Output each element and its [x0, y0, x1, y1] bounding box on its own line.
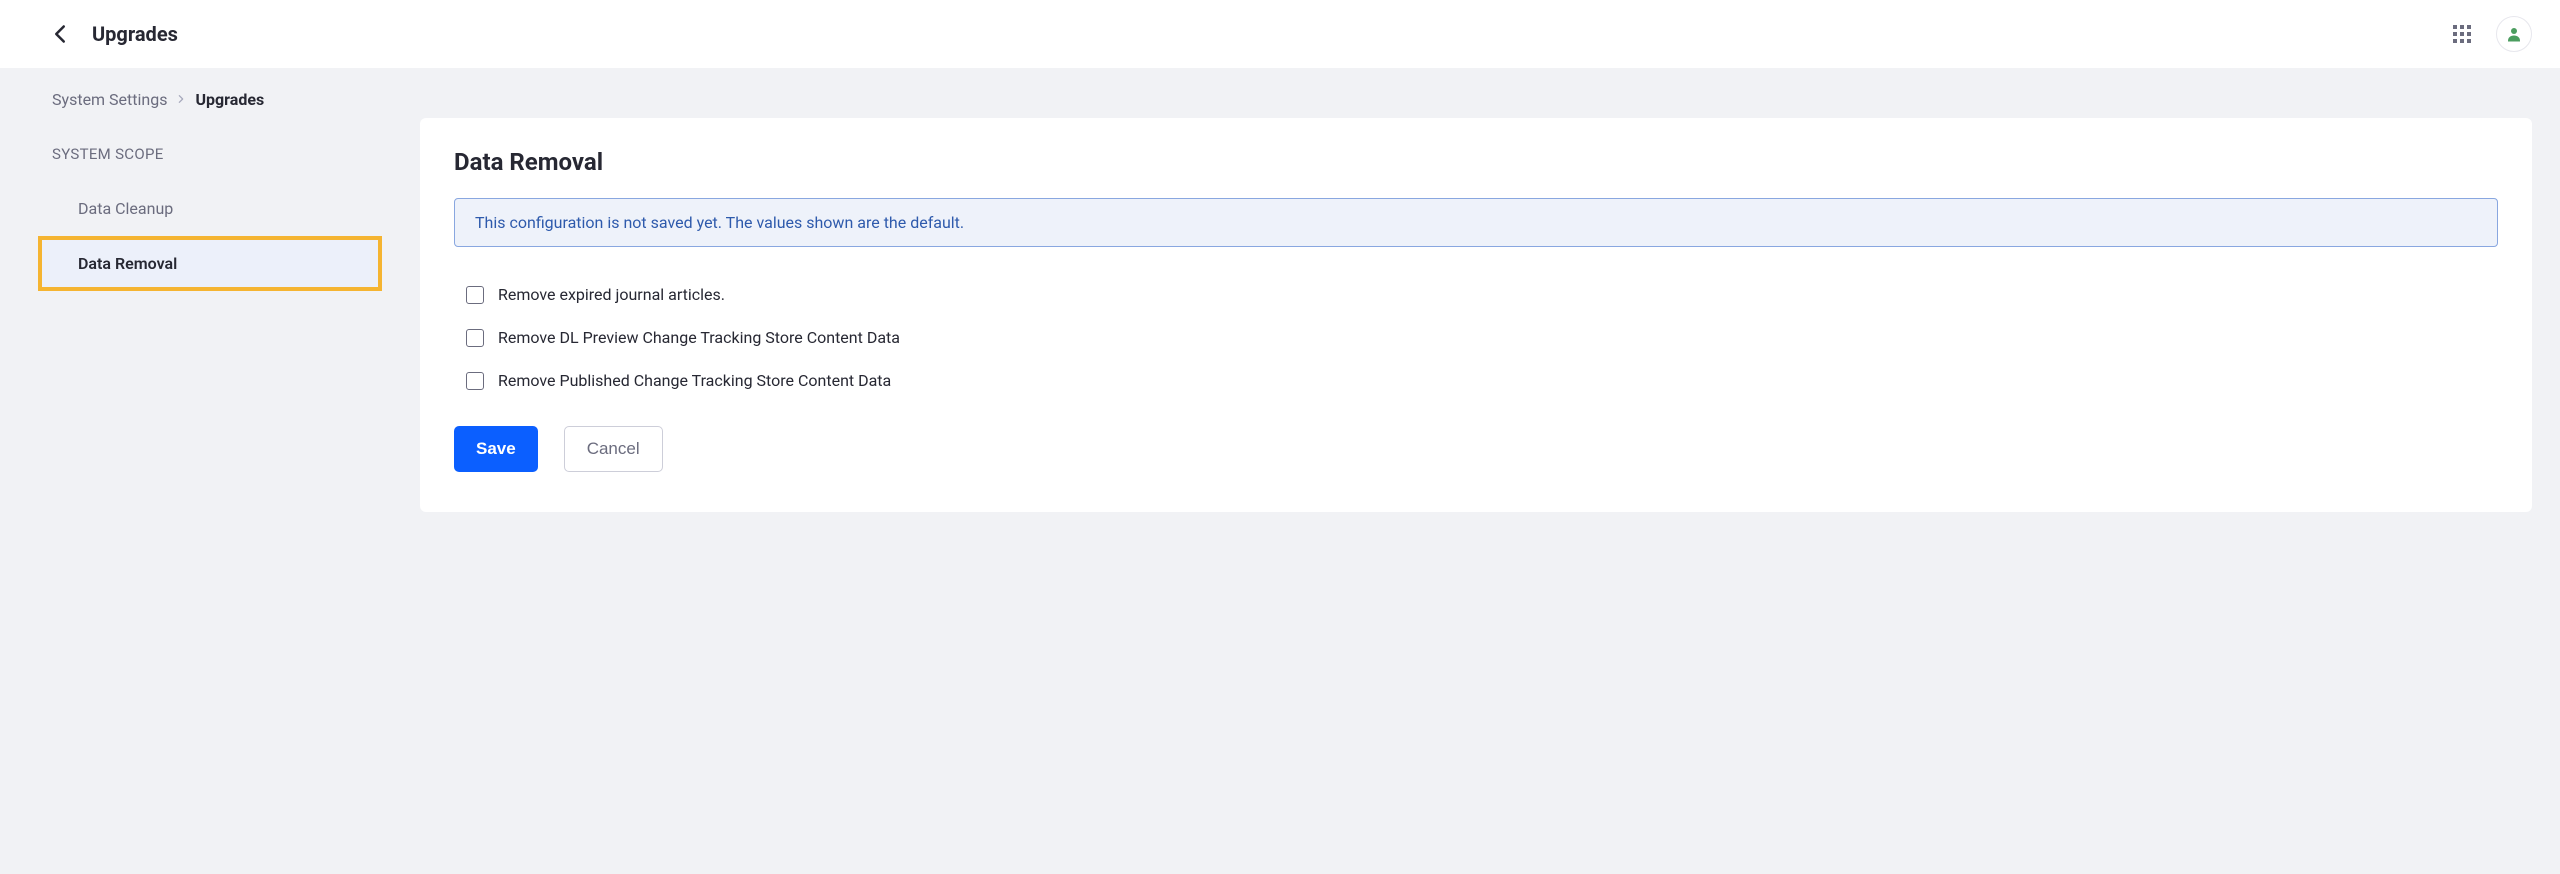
topbar: Upgrades: [0, 0, 2560, 68]
checkbox-input[interactable]: [466, 372, 484, 390]
page-title: Upgrades: [92, 22, 178, 46]
option-row: Remove Published Change Tracking Store C…: [454, 359, 2498, 402]
checkbox-label[interactable]: Remove Published Change Tracking Store C…: [498, 371, 891, 390]
sidebar-item-data-cleanup[interactable]: Data Cleanup: [38, 181, 382, 236]
cancel-button[interactable]: Cancel: [564, 426, 663, 472]
checkbox-label[interactable]: Remove expired journal articles.: [498, 285, 725, 304]
scope-header: SYSTEM SCOPE: [0, 135, 420, 181]
apps-grid-icon[interactable]: [2448, 20, 2476, 48]
main-content: Data Removal This configuration is not s…: [420, 68, 2560, 512]
save-button[interactable]: Save: [454, 426, 538, 472]
back-icon[interactable]: [48, 22, 72, 46]
option-row: Remove expired journal articles.: [454, 273, 2498, 316]
sidebar-item-label: Data Cleanup: [78, 199, 173, 218]
layout: System Settings Upgrades SYSTEM SCOPE Da…: [0, 68, 2560, 512]
sidebar-item-label: Data Removal: [78, 254, 177, 273]
breadcrumb-link-parent[interactable]: System Settings: [52, 90, 167, 109]
breadcrumb: System Settings Upgrades: [0, 90, 420, 135]
nav-list: Data Cleanup Data Removal: [0, 181, 420, 291]
panel-title: Data Removal: [454, 148, 2498, 176]
chevron-right-icon: [177, 92, 185, 108]
content-area: System Settings Upgrades SYSTEM SCOPE Da…: [0, 68, 2560, 874]
sidebar-item-data-removal[interactable]: Data Removal: [38, 236, 382, 291]
breadcrumb-current: Upgrades: [195, 90, 264, 109]
checkbox-input[interactable]: [466, 286, 484, 304]
checkbox-label[interactable]: Remove DL Preview Change Tracking Store …: [498, 328, 900, 347]
topbar-left: Upgrades: [48, 22, 178, 46]
checkbox-input[interactable]: [466, 329, 484, 347]
sidebar: System Settings Upgrades SYSTEM SCOPE Da…: [0, 68, 420, 291]
user-avatar[interactable]: [2496, 16, 2532, 52]
settings-panel: Data Removal This configuration is not s…: [420, 118, 2532, 512]
topbar-right: [2448, 16, 2532, 52]
info-banner: This configuration is not saved yet. The…: [454, 198, 2498, 247]
option-row: Remove DL Preview Change Tracking Store …: [454, 316, 2498, 359]
button-row: Save Cancel: [454, 426, 2498, 472]
